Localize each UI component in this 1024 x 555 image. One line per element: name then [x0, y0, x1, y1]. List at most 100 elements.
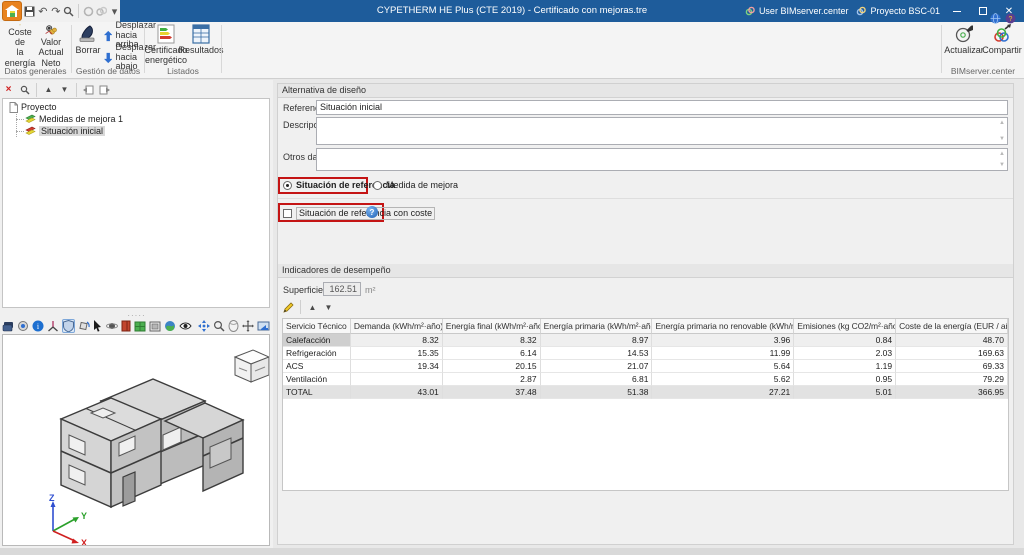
minimize-button[interactable] [948, 3, 966, 19]
table-toolbar: ▲ ▼ [282, 300, 335, 314]
coste-energia-button[interactable]: Coste de la energía [4, 24, 36, 68]
zoom-window-icon[interactable] [213, 319, 225, 333]
design-alternative-panel: Alternativa de diseño Referencia Situaci… [277, 83, 1014, 545]
pan-icon[interactable] [242, 319, 254, 333]
delete-item-icon[interactable]: × [2, 83, 15, 96]
column-header[interactable]: Servicio Técnico [283, 319, 351, 334]
shadows-icon[interactable] [62, 319, 75, 333]
application-window: CYPETHERM HE Plus (CTE 2019) - Certifica… [0, 0, 1024, 555]
group-label-gestion-datos: Gestión de datos [75, 66, 141, 76]
previous-view-icon[interactable] [257, 319, 270, 333]
save-icon[interactable] [24, 4, 35, 18]
expand-branch-icon[interactable] [98, 83, 111, 96]
toolbar-separator [76, 82, 77, 97]
app-logo-icon [5, 5, 20, 17]
column-header[interactable]: Energía primaria (kWh/m²·año) [540, 319, 653, 334]
doors-icon[interactable] [121, 319, 131, 333]
checkbox-situacion-coste[interactable]: Situación de referencia con coste [283, 207, 436, 220]
axis-y-label: Y [81, 511, 87, 521]
radio-off-icon [373, 180, 382, 190]
scroll-up-icon[interactable]: ▲ [999, 120, 1005, 126]
table-row[interactable]: Calefacción 8.32 8.32 8.97 3.96 0.84 48.… [283, 334, 1008, 347]
svg-text:?: ? [1009, 16, 1013, 23]
edit-icon[interactable] [282, 301, 295, 314]
group-label-listados: Listados [167, 66, 199, 76]
scroll-up-icon[interactable]: ▲ [999, 151, 1005, 157]
axes-icon[interactable] [47, 319, 59, 333]
tree-search-icon[interactable] [18, 83, 31, 96]
bimserver-user[interactable]: User BIMserver.center [745, 6, 848, 16]
search-icon[interactable] [63, 4, 74, 18]
orbit-free-icon[interactable] [228, 319, 239, 333]
share-disabled-icon [96, 4, 108, 18]
move-item-down-icon[interactable]: ▼ [58, 83, 71, 96]
compartir-button[interactable]: Compartir [982, 24, 1022, 68]
rotate-model-icon[interactable] [78, 319, 90, 333]
scroll-down-icon[interactable]: ▼ [999, 162, 1005, 168]
panel-splitter[interactable]: ····· [0, 310, 273, 320]
redo-icon[interactable]: ↷ [50, 4, 61, 18]
column-header[interactable]: Energía final (kWh/m²·año) [442, 319, 541, 334]
visibility-icon[interactable] [179, 319, 192, 333]
references-icon[interactable] [17, 319, 29, 333]
column-header[interactable]: Energía primaria no renovable (kWh/m²·añ… [652, 319, 795, 334]
info-icon[interactable]: i [32, 319, 44, 333]
move-down-icon [104, 52, 113, 63]
ribbon-corner-icons: ? [990, 13, 1016, 24]
energy-certificate-icon [157, 24, 175, 44]
share-icon [994, 24, 1011, 42]
orbit-icon[interactable] [106, 319, 118, 333]
referencia-input[interactable]: Situación inicial [316, 100, 1008, 115]
app-menu-button[interactable] [2, 1, 23, 21]
select-pointer-icon[interactable] [93, 319, 103, 333]
section-header-indicadores: Indicadores de desempeño [278, 264, 1013, 278]
model-viewport-3d[interactable]: Z Y X [2, 334, 270, 546]
ribbon: Coste de la energía Valor Actual Neto Bo… [0, 13, 1024, 79]
titlebar-right: User BIMserver.center Proyecto BSC-01 ✕ [745, 0, 1018, 22]
row-up-icon[interactable]: ▲ [306, 301, 319, 314]
axis-x-label: X [81, 538, 87, 545]
table-row[interactable]: ACS 19.34 20.15 21.07 5.64 1.19 69.33 [283, 360, 1008, 373]
textures-icon[interactable] [164, 319, 176, 333]
tree-item-proyecto[interactable]: Proyecto [3, 101, 269, 113]
bimserver-user-icon [745, 6, 755, 16]
column-header[interactable]: Coste de la energía (EUR / año) [896, 319, 1008, 334]
energy-cost-icon [19, 24, 21, 26]
table-row[interactable]: Ventilación 2.87 6.81 5.62 0.95 79.29 [283, 373, 1008, 386]
superficie-util-input: 162.51 [323, 282, 361, 296]
move-item-up-icon[interactable]: ▲ [42, 83, 55, 96]
project-tree: Proyecto Medidas de mejora 1 Situación i… [2, 98, 270, 308]
superficie-util-unit: m² [365, 285, 376, 295]
valor-actual-neto-button[interactable]: Valor Actual Neto [34, 24, 68, 68]
scroll-down-icon[interactable]: ▼ [999, 136, 1005, 142]
windows-icon[interactable] [134, 319, 146, 333]
help-icon[interactable]: ? [1005, 13, 1016, 24]
tree-item-situacion-inicial[interactable]: Situación inicial [3, 125, 269, 137]
axis-z-label: Z [49, 493, 55, 503]
column-header[interactable]: Demanda (kWh/m²·año) [350, 319, 443, 334]
row-down-icon[interactable]: ▼ [322, 301, 335, 314]
bimserver-project[interactable]: Proyecto BSC-01 [856, 6, 940, 16]
table-row-total[interactable]: TOTAL 43.01 37.48 51.38 27.21 5.01 366.9… [283, 386, 1008, 399]
openings-icon[interactable] [149, 319, 161, 333]
actualizar-button[interactable]: Actualizar [944, 24, 984, 68]
table-row[interactable]: Refrigeración 15.35 6.14 14.53 11.99 2.0… [283, 347, 1008, 360]
groups-icon[interactable] [2, 319, 14, 333]
undo-icon[interactable]: ↶ [37, 4, 48, 18]
radio-medida-mejora[interactable]: Medida de mejora [373, 180, 458, 190]
otros-datos-textarea[interactable]: ▲ ▼ [316, 148, 1008, 171]
web-icon[interactable] [990, 13, 1001, 24]
resultados-button[interactable]: Resultados [178, 24, 224, 68]
descripcion-textarea[interactable]: ▲ ▼ [316, 117, 1008, 145]
tree-item-medidas-mejora[interactable]: Medidas de mejora 1 [3, 113, 269, 125]
ribbon-separator [221, 25, 222, 73]
toolbar-overflow-icon[interactable]: ▾ [109, 4, 120, 18]
quick-access-toolbar: ↶ ↷ ▾ [0, 0, 120, 22]
zoom-extents-icon[interactable] [198, 319, 210, 333]
column-header[interactable]: Emisiones (kg CO2/m²·año) [794, 319, 897, 334]
move-up-icon [104, 30, 113, 41]
axis-triad: Z Y X [49, 493, 87, 545]
borrar-button[interactable]: Borrar [74, 24, 102, 68]
collapse-branch-icon[interactable] [82, 83, 95, 96]
help-button[interactable]: ? [366, 206, 378, 218]
